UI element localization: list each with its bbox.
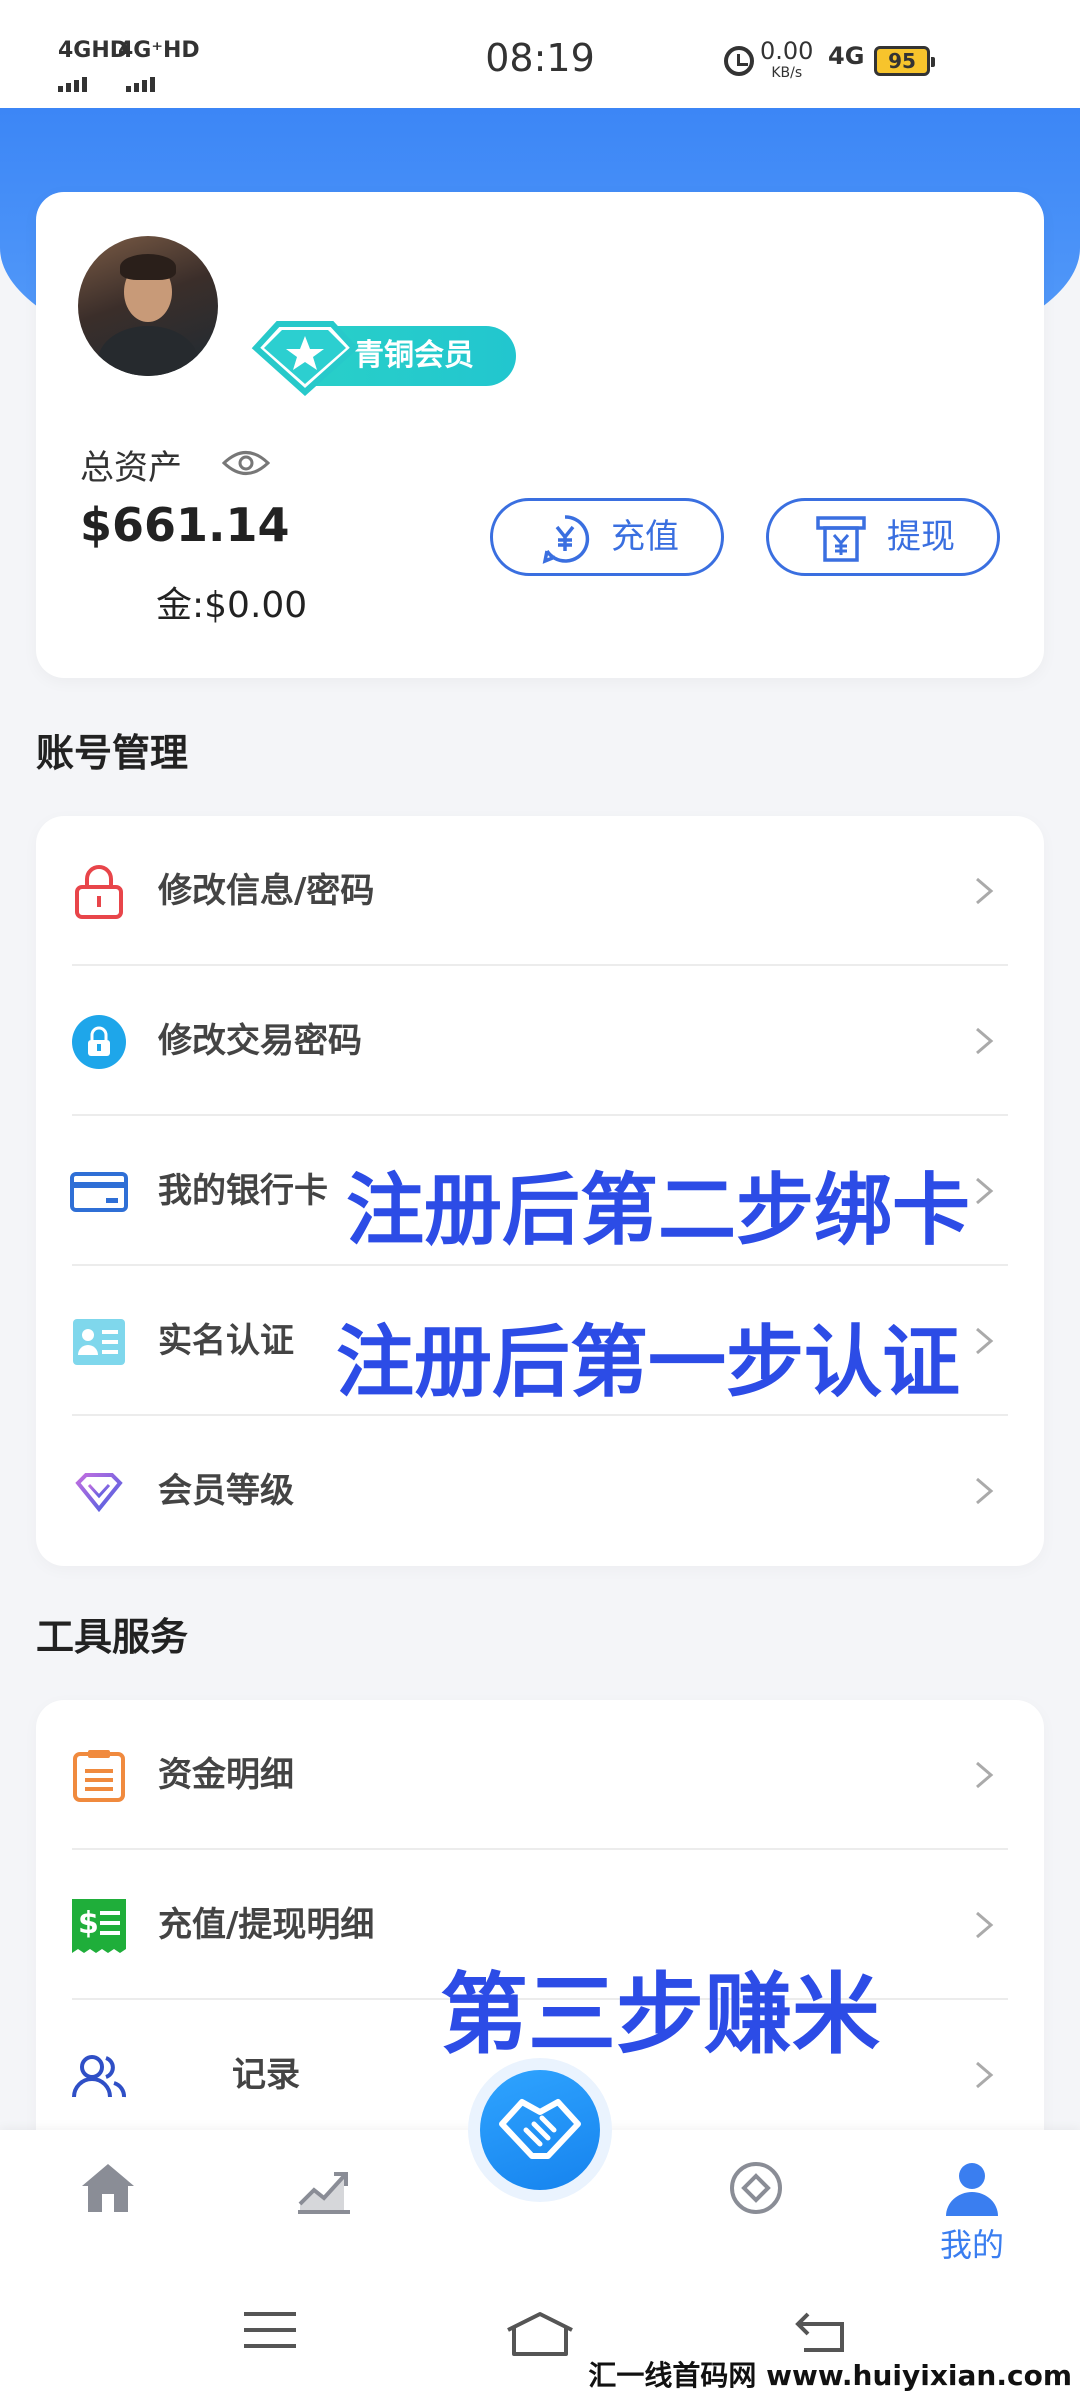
list-item-fund-details[interactable]: 资金明细 bbox=[36, 1700, 1044, 1850]
users-icon bbox=[72, 2055, 126, 2098]
clipboard-icon bbox=[73, 1750, 125, 1802]
network-speed-unit: KB/s bbox=[771, 65, 803, 81]
watermark-url: www.huiyixian.com bbox=[766, 2359, 1072, 2392]
nav-home[interactable] bbox=[48, 2150, 168, 2260]
list-item-label: 修改信息/密码 bbox=[158, 871, 375, 911]
asset-card: 青铜会员 总资产 $661.14 金:$0.00 充值 提现 bbox=[36, 192, 1044, 678]
total-assets-value: $661.14 bbox=[80, 498, 290, 552]
list-item-label: 资金明细 bbox=[158, 1755, 294, 1795]
list-item-label: 我的银行卡 bbox=[158, 1171, 328, 1211]
trade-lock-icon bbox=[72, 1015, 126, 1069]
center-action-button[interactable] bbox=[468, 2058, 612, 2202]
diamond-star-icon bbox=[251, 321, 359, 396]
network-type: 4G bbox=[828, 42, 865, 70]
chevron-right-icon bbox=[976, 2061, 994, 2089]
watermark-text: 汇一线首码网 bbox=[588, 2359, 757, 2392]
list-item-edit-info[interactable]: 修改信息/密码 bbox=[36, 816, 1044, 966]
annotation-step-one: 注册后第一步认证 bbox=[336, 1318, 961, 1408]
avatar[interactable] bbox=[78, 236, 218, 376]
user-icon bbox=[946, 2163, 998, 2216]
chart-icon bbox=[298, 2172, 350, 2214]
target-icon bbox=[730, 2162, 782, 2214]
battery-indicator: 95 bbox=[874, 46, 935, 76]
home-icon bbox=[82, 2164, 134, 2212]
recharge-button[interactable]: 充值 bbox=[490, 498, 724, 576]
diamond-icon bbox=[75, 1473, 123, 1513]
recharge-label: 充值 bbox=[611, 517, 679, 557]
chevron-right-icon bbox=[976, 1327, 994, 1355]
chevron-right-icon bbox=[976, 1761, 994, 1789]
nav-mine-label: 我的 bbox=[939, 2226, 1004, 2264]
chevron-right-icon bbox=[976, 877, 994, 905]
withdraw-label: 提现 bbox=[887, 517, 955, 557]
list-item-trade-password[interactable]: 修改交易密码 bbox=[36, 966, 1044, 1116]
nav-market[interactable] bbox=[264, 2150, 384, 2260]
list-item-label: 实名认证 bbox=[158, 1321, 294, 1361]
total-assets-label: 总资产 bbox=[80, 448, 182, 488]
bill-icon: $ bbox=[72, 1899, 126, 1953]
account-section-title: 账号管理 bbox=[36, 731, 189, 775]
chevron-right-icon bbox=[976, 1027, 994, 1055]
list-item-label: 充值/提现明细 bbox=[158, 1905, 375, 1945]
list-item-member-level[interactable]: 会员等级 bbox=[36, 1416, 1044, 1566]
list-item-label: 会员等级 bbox=[158, 1471, 294, 1511]
chevron-right-icon bbox=[976, 1177, 994, 1205]
system-home-icon[interactable] bbox=[504, 2310, 576, 2356]
watermark: 汇一线首码网 www.huiyixian.com bbox=[588, 2354, 1072, 2394]
tools-section-title: 工具服务 bbox=[36, 1615, 189, 1659]
bank-card-icon bbox=[70, 1172, 128, 1212]
status-bar: 4GHD 4G⁺HD 08:19 0.00 KB/s 4G 95 bbox=[0, 0, 1080, 108]
withdraw-button[interactable]: 提现 bbox=[766, 498, 1000, 576]
eye-icon[interactable] bbox=[222, 448, 270, 478]
svg-text:$: $ bbox=[78, 1906, 99, 1941]
alarm-icon bbox=[724, 46, 754, 76]
list-item-label: 记录 bbox=[232, 2055, 300, 2095]
network-speed: 0.00 KB/s bbox=[760, 37, 814, 84]
gold-balance: 金:$0.00 bbox=[156, 585, 308, 626]
id-card-icon bbox=[73, 1319, 125, 1365]
annotation-step-two: 注册后第二步绑卡 bbox=[346, 1166, 971, 1256]
nav-mine[interactable]: 我的 bbox=[912, 2150, 1032, 2264]
annotation-step-three: 第三步赚米 bbox=[440, 1963, 881, 2066]
network-speed-value: 0.00 bbox=[760, 37, 814, 65]
chevron-right-icon bbox=[976, 1477, 994, 1505]
chevron-right-icon bbox=[976, 1911, 994, 1939]
recharge-icon bbox=[542, 515, 590, 564]
back-icon[interactable] bbox=[794, 2310, 850, 2354]
lock-icon bbox=[75, 865, 123, 919]
menu-icon[interactable] bbox=[244, 2310, 296, 2350]
list-item-label: 修改交易密码 bbox=[158, 1021, 362, 1061]
handshake-icon bbox=[499, 2099, 581, 2159]
withdraw-icon bbox=[816, 516, 866, 562]
nav-discover[interactable] bbox=[696, 2150, 816, 2260]
